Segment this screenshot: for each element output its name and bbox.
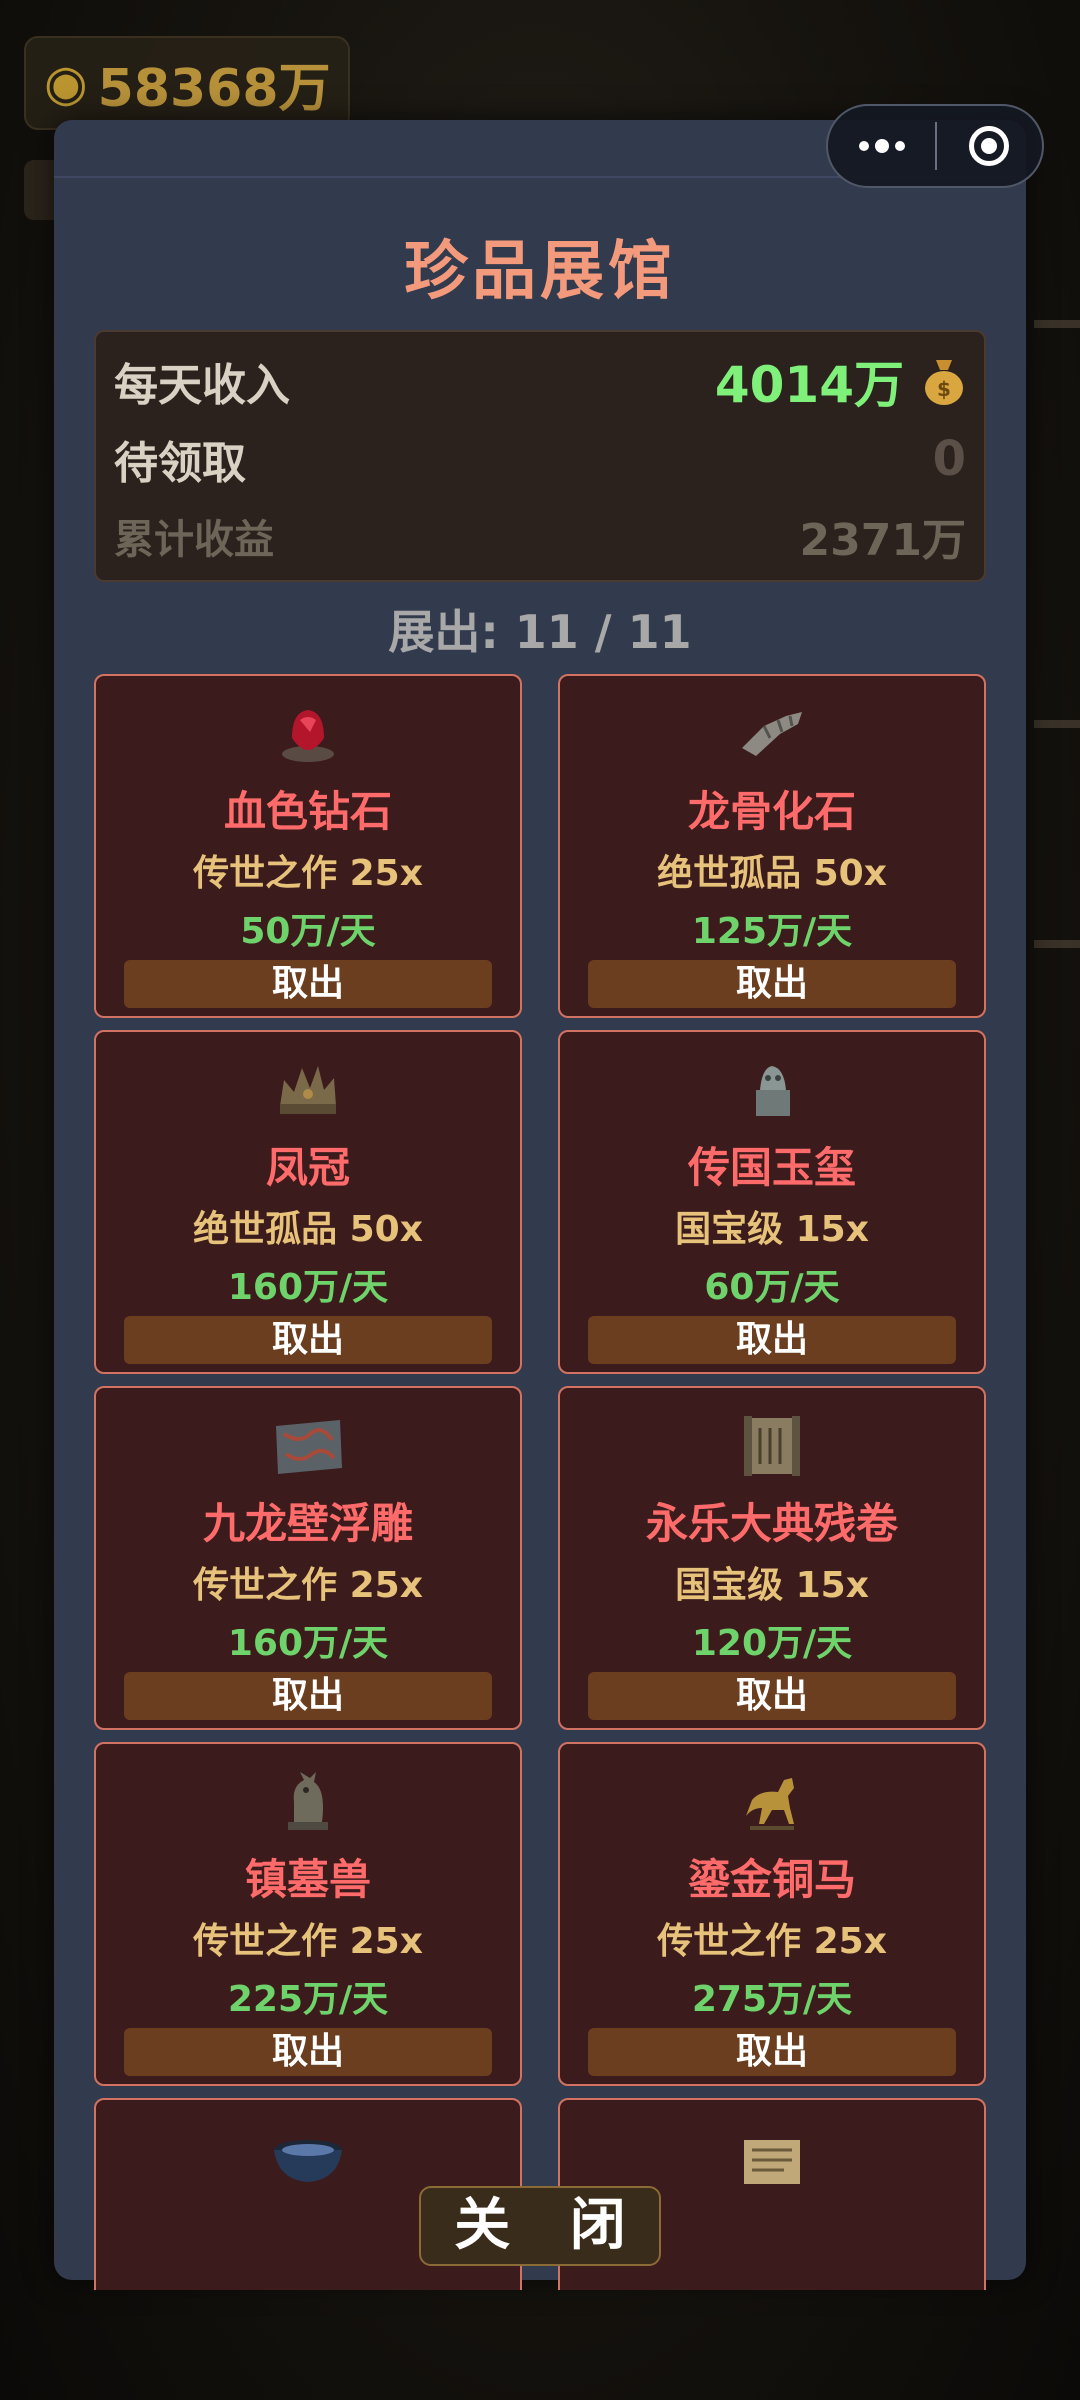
- take-out-button[interactable]: 取出: [124, 960, 492, 1008]
- exhibit-card: 传国玉玺 国宝级 15x 60万/天 取出: [558, 1030, 986, 1374]
- modal-title: 珍品展馆: [404, 235, 676, 309]
- daily-income-value: 4014万: [714, 356, 904, 414]
- exhibit-card: 镇墓兽 传世之作 25x 225万/天 取出: [94, 1742, 522, 2086]
- porcelain-bowl-icon: [274, 2140, 342, 2182]
- ancient-scroll-icon: [744, 1416, 800, 1476]
- red-diamond-icon: [282, 710, 334, 762]
- exhibit-rate: 125万/天: [691, 911, 853, 952]
- pending-label: 待领取: [114, 438, 246, 489]
- exhibit-rate: 225万/天: [227, 1979, 389, 2020]
- take-out-button[interactable]: 取出: [124, 1316, 492, 1364]
- background-shelf: [1034, 940, 1080, 948]
- exhibit-tier: 绝世孤品 50x: [193, 1209, 423, 1250]
- total-earnings-label: 累计收益: [114, 517, 274, 563]
- dragon-bone-fossil-icon: [742, 712, 802, 756]
- exhibit-name: 镇墓兽: [244, 1855, 371, 1904]
- money-amount: 58368万: [97, 58, 331, 119]
- exhibit-name: 鎏金铜马: [687, 1855, 856, 1904]
- exhibit-name: 永乐大典残卷: [645, 1499, 898, 1548]
- exhibit-name: 九龙壁浮雕: [202, 1499, 413, 1548]
- exhibit-rate: 275万/天: [691, 1979, 853, 2020]
- exhibition-modal: 珍品展馆 每天收入 4014万 $ 待领取 0 累计收益 2371万 展出: 1…: [54, 120, 1026, 2290]
- display-count: 展出: 11 / 11: [388, 605, 692, 659]
- svg-text:$: $: [937, 377, 951, 401]
- exhibit-name: 传国玉玺: [687, 1143, 856, 1192]
- background-shelf: [1034, 320, 1080, 328]
- pending-row: 待领取 0: [114, 428, 966, 490]
- tomb-beast-icon: [288, 1772, 328, 1830]
- more-dots-icon[interactable]: [828, 139, 935, 153]
- exhibit-card: 血色钻石 传世之作 25x 50万/天 取出: [94, 674, 522, 1018]
- exhibit-rate: 160万/天: [227, 1267, 389, 1308]
- daily-income-value-wrap: 4014万 $: [715, 345, 966, 417]
- exhibit-card: 九龙壁浮雕 传世之作 25x 160万/天 取出: [94, 1386, 522, 1730]
- exhibit-tier: 国宝级 15x: [675, 1209, 869, 1250]
- exhibit-tier: 传世之作 25x: [193, 1921, 423, 1962]
- exhibit-name: 凤冠: [265, 1143, 350, 1192]
- money-bag-icon: ◉: [44, 54, 88, 112]
- imperial-jade-seal-icon: [756, 1066, 790, 1116]
- take-out-button[interactable]: 取出: [588, 2028, 956, 2076]
- exhibit-rate: 160万/天: [227, 1623, 389, 1664]
- exhibit-rate: 50万/天: [240, 911, 376, 952]
- money-display: ◉ 58368万: [24, 36, 350, 130]
- take-out-button[interactable]: 取出: [588, 960, 956, 1008]
- exhibit-tier: 传世之作 25x: [193, 853, 423, 894]
- exhibit-grid: 血色钻石 传世之作 25x 50万/天 取出 龙骨化石 绝世孤品 50x 125…: [94, 674, 986, 2290]
- exhibit-grid-scroll[interactable]: 血色钻石 传世之作 25x 50万/天 取出 龙骨化石 绝世孤品 50x 125…: [94, 674, 986, 2290]
- pending-value: 0: [932, 431, 966, 487]
- exhibit-card: 龙骨化石 绝世孤品 50x 125万/天 取出: [558, 674, 986, 1018]
- gilded-bronze-horse-icon: [746, 1778, 794, 1830]
- total-earnings-row: 累计收益 2371万: [114, 508, 966, 566]
- take-out-button[interactable]: 取出: [124, 1672, 492, 1720]
- exhibit-card: 永乐大典残卷 国宝级 15x 120万/天 取出: [558, 1386, 986, 1730]
- nine-dragon-relief-icon: [276, 1420, 342, 1474]
- exhibit-rate: 120万/天: [691, 1623, 853, 1664]
- take-out-button[interactable]: 取出: [588, 1316, 956, 1364]
- take-out-button[interactable]: 取出: [588, 1672, 956, 1720]
- exhibit-rate: 60万/天: [704, 1267, 840, 1308]
- exhibit-tier: 绝世孤品 50x: [657, 853, 887, 894]
- exhibit-tier: 传世之作 25x: [657, 1921, 887, 1962]
- exhibit-card: 凤冠 绝世孤品 50x 160万/天 取出: [94, 1030, 522, 1374]
- target-close-icon[interactable]: [937, 126, 1042, 166]
- money-bag-icon: $: [925, 360, 963, 405]
- income-stats-panel: 每天收入 4014万 $ 待领取 0 累计收益 2371万: [94, 330, 986, 582]
- total-earnings-value: 2371万: [799, 515, 966, 566]
- take-out-button[interactable]: 取出: [124, 2028, 492, 2076]
- miniprogram-capsule: [826, 104, 1044, 188]
- daily-income-label: 每天收入: [114, 360, 290, 411]
- exhibit-tier: 国宝级 15x: [675, 1565, 869, 1606]
- document-icon: [744, 2140, 800, 2184]
- daily-income-row: 每天收入 4014万 $: [114, 350, 966, 414]
- close-button[interactable]: 关 闭: [419, 2186, 661, 2266]
- exhibit-card: 鎏金铜马 传世之作 25x 275万/天 取出: [558, 1742, 986, 2086]
- exhibit-name: 血色钻石: [223, 787, 392, 836]
- exhibit-name: 龙骨化石: [687, 787, 856, 836]
- phoenix-crown-icon: [280, 1066, 336, 1114]
- exhibit-tier: 传世之作 25x: [193, 1565, 423, 1606]
- background-shelf: [1034, 720, 1080, 728]
